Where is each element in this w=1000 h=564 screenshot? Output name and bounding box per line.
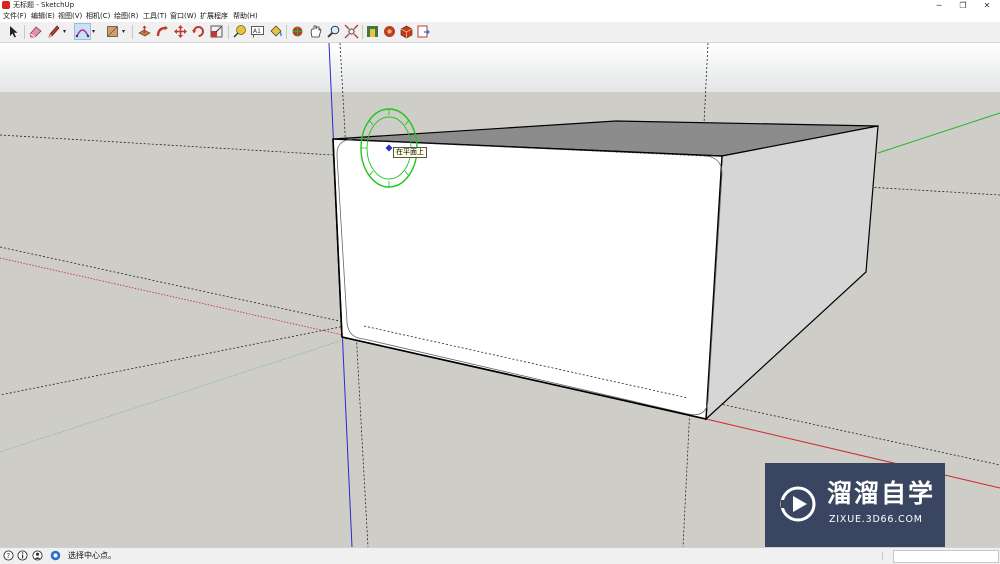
close-button[interactable]: ✕ [974,0,1000,11]
play-logo-icon [780,486,816,522]
zoom-extents-icon[interactable] [344,24,359,39]
rectangle-icon[interactable] [105,24,120,39]
menu-view[interactable]: 视图(V) [58,12,82,21]
geo-icon[interactable] [50,550,61,561]
push-pull-icon[interactable] [137,24,152,39]
status-bar: ? 选择中心点。 [0,547,1000,564]
scale-icon[interactable] [209,24,224,39]
menu-camera[interactable]: 相机(C) [86,12,110,21]
help-icon[interactable]: ? [3,550,14,561]
warehouse-icon[interactable] [365,24,380,39]
toolbar-separator [132,25,133,39]
toolbar-separator [228,25,229,39]
sketchup-logo-icon [2,1,10,9]
tape-measure-icon[interactable] [232,24,247,39]
follow-me-icon[interactable] [155,24,170,39]
menu-tools[interactable]: 工具(T) [143,12,167,21]
user-icon[interactable] [32,550,43,561]
eraser-icon[interactable] [28,24,43,39]
toolbar-separator [24,25,25,39]
zoom-icon[interactable] [326,24,341,39]
components-icon[interactable] [399,24,414,39]
menu-window[interactable]: 窗口(W) [170,12,196,21]
status-message: 选择中心点。 [68,551,116,560]
inference-tooltip: 在平面上 [393,147,427,158]
measurements-box[interactable] [893,550,999,563]
orbit-icon[interactable] [290,24,305,39]
paint-bucket-icon[interactable] [268,24,283,39]
watermark-panel: 溜溜自学 ZIXUE.3D66.COM [765,463,945,547]
menu-help[interactable]: 帮助(H) [233,12,258,21]
menu-extensions[interactable]: 扩展程序 [200,12,228,21]
svg-text:?: ? [6,552,10,560]
pan-icon[interactable] [308,24,323,39]
extension-warehouse-icon[interactable] [382,24,397,39]
watermark-name: 溜溜自学 [827,479,936,508]
menu-file[interactable]: 文件(F) [3,12,27,21]
menu-draw[interactable]: 绘图(R) [114,12,138,21]
pencil-dropdown-icon[interactable]: ▾ [63,28,69,36]
restore-button[interactable]: ❐ [950,0,976,11]
title-bar: 无标题 - SketchUp ─ ❐ ✕ [0,0,1000,11]
svg-text:A1: A1 [253,28,261,35]
move-icon[interactable] [173,24,188,39]
info-icon[interactable] [17,550,28,561]
select-icon[interactable] [6,24,21,39]
minimize-button[interactable]: ─ [926,0,952,11]
arc-dropdown-icon[interactable]: ▾ [92,28,98,36]
status-separator [882,552,883,560]
text-icon[interactable]: A1 [250,24,265,39]
toolbar-separator [362,25,363,39]
arc-icon[interactable] [74,23,91,40]
pencil-icon[interactable] [46,24,61,39]
menu-bar: 文件(F) 编辑(E) 视图(V) 相机(C) 绘图(R) 工具(T) 窗口(W… [0,11,1000,22]
rotate-icon[interactable] [191,24,206,39]
send-to-layout-icon[interactable] [416,24,431,39]
main-toolbar: ▾ ▾ ▾ A1 [0,22,1000,43]
toolbar-separator [286,25,287,39]
watermark-url: ZIXUE.3D66.COM [829,514,923,525]
sky [0,43,1000,93]
menu-edit[interactable]: 编辑(E) [31,12,55,21]
rectangle-dropdown-icon[interactable]: ▾ [122,28,128,36]
window-title: 无标题 - SketchUp [13,1,75,9]
